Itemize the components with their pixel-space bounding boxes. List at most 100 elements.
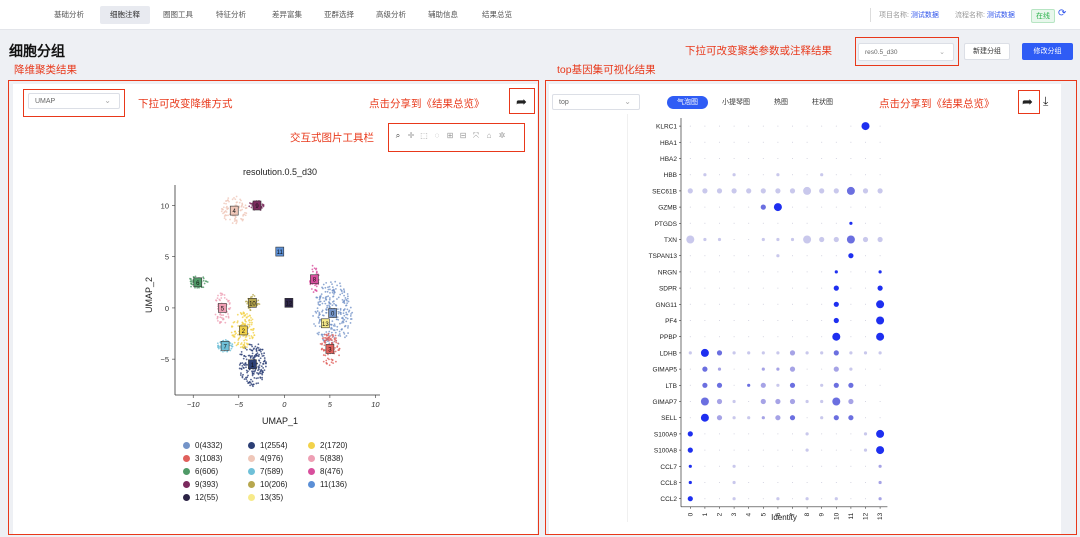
dotplot-dot xyxy=(833,317,839,324)
umap-point xyxy=(334,331,337,334)
nav-item-6[interactable]: 亚群选择 xyxy=(314,6,364,24)
dotplot-bg-dot xyxy=(879,417,881,419)
umap-point xyxy=(324,302,327,305)
nav-item-7[interactable]: 高级分析 xyxy=(366,6,416,24)
dotplot-dot xyxy=(687,188,693,194)
legend-item[interactable]: 4(976) xyxy=(248,454,283,463)
download-icon[interactable]: ⤓ xyxy=(1043,94,1048,109)
dotplot-dot xyxy=(862,236,869,243)
umap-point xyxy=(231,334,234,337)
refresh-icon[interactable]: ⟳ xyxy=(1058,8,1066,19)
dotplot-dot xyxy=(861,122,870,131)
dotplot-bg-dot xyxy=(689,174,691,176)
dotplot-dot xyxy=(761,416,765,420)
nav-item-1[interactable]: 基础分析 xyxy=(44,6,94,24)
dotplot-dot xyxy=(877,236,883,243)
dotplot-dot xyxy=(805,432,809,436)
dotplot-dot xyxy=(863,351,868,355)
tab-3[interactable]: 热图 xyxy=(764,96,798,109)
legend-item[interactable]: 9(393) xyxy=(183,480,218,489)
legend-item[interactable]: 7(589) xyxy=(248,467,283,476)
umap-point xyxy=(326,306,329,309)
tab-1[interactable]: 气泡图 xyxy=(667,96,708,109)
nav-item-4[interactable]: 特征分析 xyxy=(206,6,256,24)
nav-item-3[interactable]: 圈图工具 xyxy=(153,6,203,24)
legend-item[interactable]: 2(1720) xyxy=(308,441,348,450)
dotplot-x-tick: 9 xyxy=(819,512,826,516)
umap-point xyxy=(244,211,246,214)
dotplot-bg-dot xyxy=(762,498,764,500)
umap-point xyxy=(345,320,348,323)
dotplot-gene-label: GIMAP5 xyxy=(652,367,677,374)
legend-dot xyxy=(308,442,315,449)
legend-item[interactable]: 1(2554) xyxy=(248,441,288,450)
umap-point xyxy=(248,314,251,317)
legend-label: 4(976) xyxy=(260,454,284,463)
umap-point xyxy=(237,325,240,327)
umap-point xyxy=(224,214,227,216)
tab-4[interactable]: 柱状图 xyxy=(802,96,843,109)
legend-item[interactable]: 8(476) xyxy=(308,467,343,476)
umap-point xyxy=(339,335,342,337)
nav-item-9[interactable]: 结果总览 xyxy=(472,6,522,24)
legend-item[interactable]: 12(55) xyxy=(183,493,218,502)
dotplot[interactable]: Identity KLRC1HBA1HBA2HBBSEC61BGZMBPTGDS… xyxy=(627,114,907,522)
nav-item-2[interactable]: 细胞注释 xyxy=(100,6,150,24)
dotplot-bg-dot xyxy=(879,125,881,127)
umap-point xyxy=(243,339,245,342)
dotplot-bg-dot xyxy=(733,222,735,224)
geneset-select[interactable]: top ⌄ xyxy=(552,94,640,110)
tab-2[interactable]: 小提琴图 xyxy=(712,96,760,109)
umap-point xyxy=(252,348,255,351)
umap-point xyxy=(250,335,253,337)
umap-point xyxy=(322,296,324,299)
umap-point xyxy=(328,301,331,304)
dotplot-gene-label: GZMB xyxy=(658,205,677,212)
new-group-button[interactable]: 新建分组 xyxy=(964,43,1010,60)
umap-point xyxy=(328,298,331,301)
annotation-change-cluster: 下拉可改变聚类参数或注释结果 xyxy=(685,45,832,57)
umap-point xyxy=(252,372,255,375)
dotplot-bg-dot xyxy=(733,206,735,208)
umap-point xyxy=(244,314,246,317)
dotplot-dot xyxy=(876,300,885,309)
legend-item[interactable]: 13(35) xyxy=(248,493,283,502)
dotplot-bg-dot xyxy=(704,303,706,305)
umap-point xyxy=(334,346,336,349)
legend-item[interactable]: 3(1083) xyxy=(183,454,223,463)
dotplot-bg-dot xyxy=(792,255,793,257)
dotplot-bg-dot xyxy=(719,174,720,176)
umap-point xyxy=(321,342,323,345)
dotplot-bg-dot xyxy=(865,174,866,176)
dotplot-bg-dot xyxy=(806,141,808,143)
legend-item[interactable]: 11(136) xyxy=(308,480,347,489)
umap-point xyxy=(324,336,327,339)
umap-plot[interactable]: resolution.0.5_d30 UMAP_1 UMAP_2 −10 −5 0 5… xyxy=(140,160,400,440)
legend-item[interactable]: 6(606) xyxy=(183,467,218,476)
legend-item[interactable]: 10(206) xyxy=(248,480,288,489)
umap-point xyxy=(312,315,314,317)
nav-item-8[interactable]: 辅助信息 xyxy=(418,6,468,24)
umap-point xyxy=(259,376,262,379)
umap-point xyxy=(223,217,226,219)
legend-item[interactable]: 0(4332) xyxy=(183,441,223,450)
umap-point xyxy=(248,318,251,321)
dotplot-bg-dot xyxy=(821,303,823,305)
umap-point xyxy=(203,282,206,285)
umap-point xyxy=(261,348,264,351)
umap-point xyxy=(332,288,335,291)
umap-point xyxy=(249,384,251,387)
umap-point xyxy=(337,312,340,315)
umap-point xyxy=(257,299,260,302)
dotplot-dot xyxy=(747,351,751,355)
annotation-change-dim: 下拉可改变降维方式 xyxy=(138,98,233,110)
umap-point xyxy=(246,312,248,315)
dotplot-bg-dot xyxy=(748,222,750,224)
edit-group-button[interactable]: 修改分组 xyxy=(1022,43,1073,60)
legend-item[interactable]: 5(838) xyxy=(308,454,343,463)
dotplot-bg-dot xyxy=(762,303,764,305)
dotplot-bg-dot xyxy=(762,287,764,289)
dotplot-bg-dot xyxy=(748,141,750,143)
umap-point xyxy=(324,342,327,344)
nav-item-5[interactable]: 差异富集 xyxy=(262,6,312,24)
